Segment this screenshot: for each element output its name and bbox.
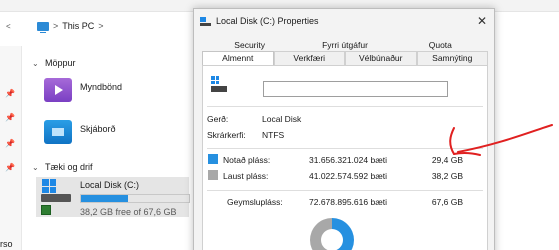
capacity-label: Geymslupláss: (227, 197, 283, 207)
used-space-bytes: 31.656.321.024 bæti (309, 155, 387, 165)
drive-usage-fill (81, 195, 128, 202)
used-space-swatch (208, 154, 218, 164)
drive-body-icon (41, 194, 71, 202)
breadcrumb-separator: > (53, 21, 59, 31)
breadcrumb-location[interactable]: This PC (62, 21, 94, 31)
chevron-down-icon[interactable]: ⌄ (32, 59, 40, 68)
divider (207, 190, 483, 191)
tab-general[interactable]: Almennt (202, 51, 274, 65)
drive-usage-bar (80, 194, 190, 203)
section-devices-label: Tæki og drif (45, 162, 93, 172)
truncated-label: rso (0, 239, 13, 249)
drive-name-input[interactable] (263, 81, 448, 97)
section-folders-label: Möppur (45, 58, 76, 68)
capacity-bytes: 72.678.895.616 bæti (309, 197, 387, 207)
dialog-title-bar[interactable]: Local Disk (C:) Properties (194, 9, 494, 33)
section-devices[interactable]: ⌄ Tæki og drif (32, 162, 93, 172)
section-folders[interactable]: ⌄ Möppur (32, 58, 76, 68)
folder-label-videos[interactable]: Myndbönd (80, 82, 122, 92)
type-value: Local Disk (262, 114, 302, 124)
drive-icon (200, 16, 211, 26)
tab-quota[interactable]: Quota (393, 39, 488, 51)
tab-sharing[interactable]: Samnýting (416, 51, 488, 65)
free-space-gb: 38,2 GB (431, 171, 463, 181)
tab-previous-versions[interactable]: Fyrri útgáfur (297, 39, 392, 51)
videos-folder-icon[interactable] (44, 78, 72, 102)
pin-icon[interactable]: 📌 (5, 164, 15, 172)
drive-icon (211, 76, 227, 94)
tab-security[interactable]: Security (202, 39, 297, 51)
divider (207, 106, 483, 107)
file-system-label: Skrárkerfi: (207, 130, 246, 140)
pin-icon[interactable]: 📌 (5, 140, 15, 148)
pin-icon[interactable]: 📌 (5, 114, 15, 122)
free-space-label: Laust pláss: (223, 171, 269, 181)
tab-tools[interactable]: Verkfæri (273, 51, 345, 65)
desktop-folder-icon[interactable] (44, 120, 72, 144)
dialog-title: Local Disk (C:) Properties (216, 16, 319, 26)
windows-drive-icon (42, 179, 56, 193)
red-arrow-annotation-icon (449, 124, 553, 156)
free-space-bytes: 41.022.574.592 bæti (309, 171, 387, 181)
capacity-gb: 67,6 GB (431, 197, 463, 207)
drive-free-text: 38,2 GB free of 67,6 GB (80, 207, 177, 217)
free-space-swatch (208, 170, 218, 180)
quick-access-strip: 📌 📌 📌 📌 (0, 46, 22, 250)
chevron-down-icon[interactable]: ⌄ (32, 163, 40, 172)
type-label: Gerð: (207, 114, 229, 124)
used-space-label: Notað pláss: (223, 155, 271, 165)
chevron-left-icon[interactable]: < (6, 22, 14, 31)
breadcrumb-separator-trailing[interactable]: > (98, 21, 103, 31)
close-button[interactable]: ✕ (474, 13, 490, 29)
usage-donut-chart (310, 218, 354, 250)
computer-icon (37, 21, 49, 33)
folder-label-desktop[interactable]: Skjáborð (80, 124, 116, 134)
pin-icon[interactable]: 📌 (5, 90, 15, 98)
tab-hardware[interactable]: Vélbúnaður (345, 51, 417, 65)
address-bar[interactable]: < > This PC > (0, 14, 200, 38)
tab-row-bottom: Almennt Verkfæri Vélbúnaður Samnýting (202, 51, 488, 65)
drive-name[interactable]: Local Disk (C:) (80, 180, 139, 190)
sync-icon (41, 205, 51, 215)
tab-row-top: Security Fyrri útgáfur Quota (202, 39, 488, 51)
file-system-value: NTFS (262, 130, 285, 140)
